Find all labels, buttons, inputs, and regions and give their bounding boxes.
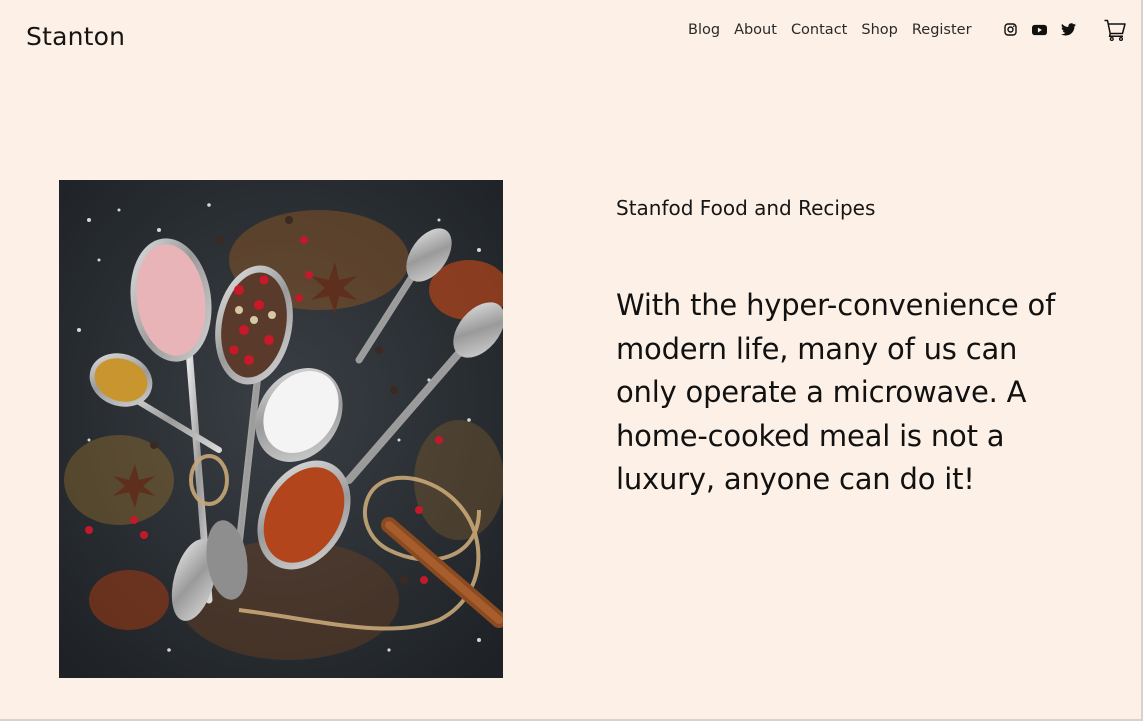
main-nav: Blog About Contact Shop Register bbox=[688, 22, 972, 38]
hero-subtitle: Stanfod Food and Recipes bbox=[616, 196, 876, 220]
hero-quote: With the hyper-convenience of modern lif… bbox=[616, 288, 1056, 496]
nav-about[interactable]: About bbox=[734, 22, 777, 38]
nav-shop[interactable]: Shop bbox=[861, 22, 897, 38]
youtube-icon[interactable] bbox=[1032, 22, 1047, 37]
nav-register[interactable]: Register bbox=[912, 22, 972, 38]
hero-text: Stanfod Food and Recipes With the hyper-… bbox=[616, 196, 1056, 502]
social-links bbox=[1003, 22, 1076, 37]
cart-icon[interactable] bbox=[1103, 18, 1127, 42]
site-header: Stanton Blog About Contact Shop Register bbox=[0, 0, 1141, 76]
instagram-icon[interactable] bbox=[1003, 22, 1018, 37]
twitter-icon[interactable] bbox=[1061, 22, 1076, 37]
nav-blog[interactable]: Blog bbox=[688, 22, 720, 38]
hero-image bbox=[59, 180, 503, 678]
nav-contact[interactable]: Contact bbox=[791, 22, 847, 38]
site-logo[interactable]: Stanton bbox=[26, 22, 125, 51]
